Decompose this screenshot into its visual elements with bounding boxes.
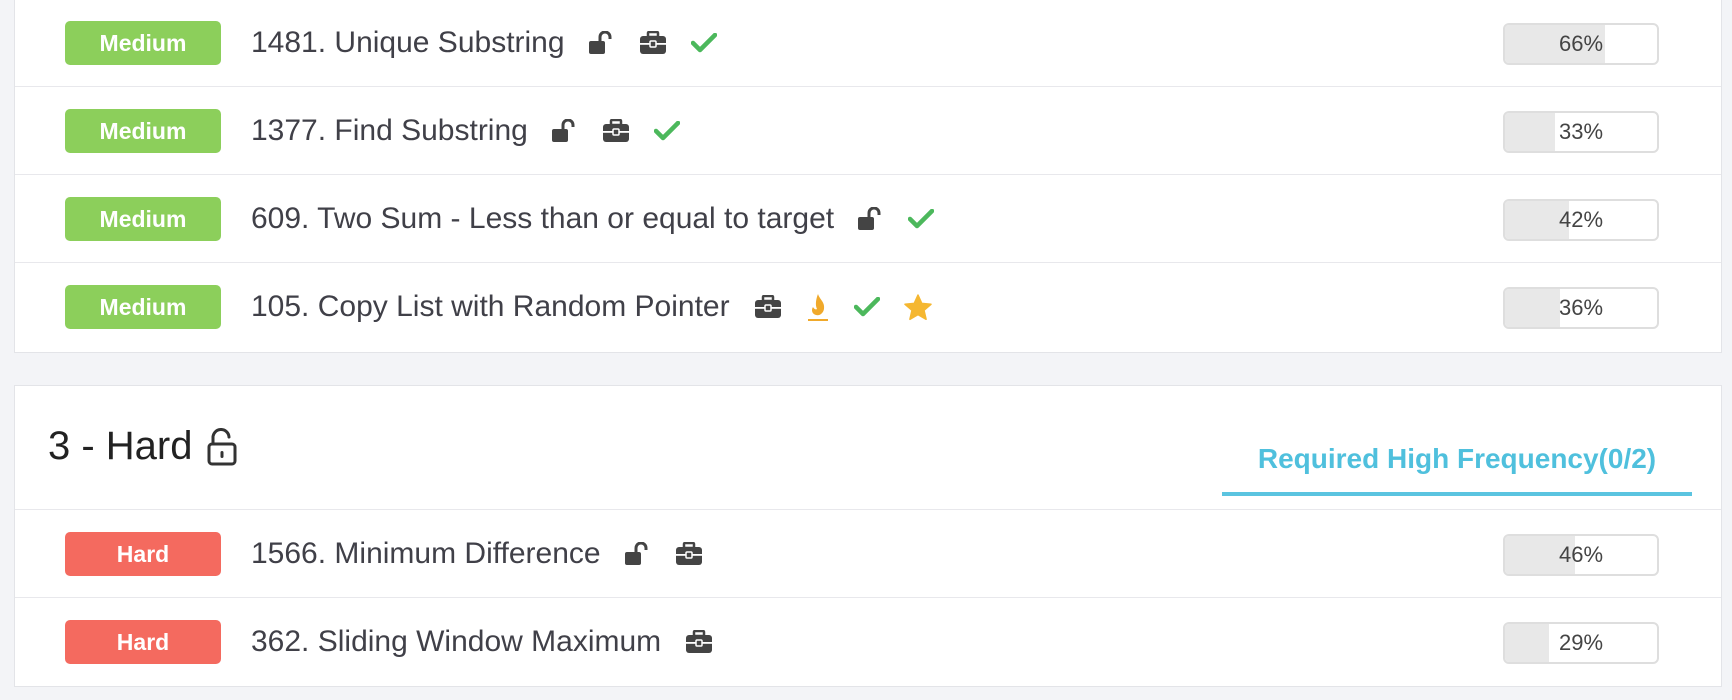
- problem-title[interactable]: 105. Copy List with Random Pointer: [251, 290, 730, 324]
- problem-row[interactable]: Hard 362. Sliding Window Maximum 29%: [15, 598, 1721, 686]
- progress-label: 36%: [1558, 295, 1604, 320]
- problem-title[interactable]: 609. Two Sum - Less than or equal to tar…: [251, 202, 834, 236]
- problem-title[interactable]: 1481. Unique Substring: [251, 26, 565, 60]
- acceptance-progress: 46%: [1503, 534, 1659, 576]
- problem-title[interactable]: 1566. Minimum Difference: [251, 537, 601, 571]
- padlock-open-icon: [207, 427, 237, 466]
- difficulty-badge: Medium: [65, 21, 221, 65]
- acceptance-progress: 29%: [1503, 622, 1659, 664]
- unlock-icon: [551, 119, 578, 143]
- section-title: 3 - Hard: [48, 424, 237, 469]
- problem-title[interactable]: 1377. Find Substring: [251, 114, 528, 148]
- check-icon: [908, 209, 935, 229]
- star-icon: [903, 293, 932, 321]
- problem-row[interactable]: Medium 1481. Unique Substring 66%: [15, 0, 1721, 87]
- briefcase-icon: [639, 31, 667, 55]
- progress-label: 42%: [1558, 207, 1604, 232]
- difficulty-badge: Hard: [65, 620, 221, 664]
- difficulty-badge: Hard: [65, 532, 221, 576]
- check-icon: [853, 297, 880, 317]
- problem-row[interactable]: Medium 105. Copy List with Random Pointe…: [15, 263, 1721, 351]
- briefcase-icon: [685, 630, 713, 654]
- acceptance-progress: 66%: [1503, 23, 1659, 65]
- unlock-icon: [624, 542, 651, 566]
- progress-label: 29%: [1558, 630, 1604, 655]
- acceptance-progress: 33%: [1503, 111, 1659, 153]
- problem-list-panel: Medium 1481. Unique Substring 66% Medium…: [14, 0, 1722, 353]
- check-icon: [690, 33, 717, 53]
- unlock-icon: [858, 207, 884, 231]
- difficulty-badge: Medium: [65, 285, 221, 329]
- unlock-icon: [588, 31, 615, 55]
- section-title-text: 3 - Hard: [48, 424, 193, 468]
- difficulty-badge: Medium: [65, 197, 221, 241]
- problem-row[interactable]: Medium 609. Two Sum - Less than or equal…: [15, 175, 1721, 263]
- check-icon: [653, 121, 680, 141]
- problem-row[interactable]: Medium 1377. Find Substring 33%: [15, 87, 1721, 175]
- problem-row[interactable]: Hard 1566. Minimum Difference 46%: [15, 510, 1721, 598]
- progress-label: 46%: [1558, 542, 1604, 567]
- tab-required-high-frequency[interactable]: Required High Frequency(0/2): [1222, 426, 1692, 496]
- flame-icon: [806, 292, 830, 322]
- hard-section-panel: 3 - Hard Required High Frequency(0/2) Ha…: [14, 385, 1722, 687]
- briefcase-icon: [602, 119, 630, 143]
- acceptance-progress: 42%: [1503, 199, 1659, 241]
- problem-title[interactable]: 362. Sliding Window Maximum: [251, 625, 661, 659]
- briefcase-icon: [675, 542, 703, 566]
- section-header: 3 - Hard Required High Frequency(0/2): [15, 386, 1721, 510]
- progress-label: 66%: [1558, 31, 1604, 56]
- difficulty-badge: Medium: [65, 109, 221, 153]
- briefcase-icon: [754, 295, 782, 319]
- progress-label: 33%: [1558, 119, 1604, 144]
- acceptance-progress: 36%: [1503, 287, 1659, 329]
